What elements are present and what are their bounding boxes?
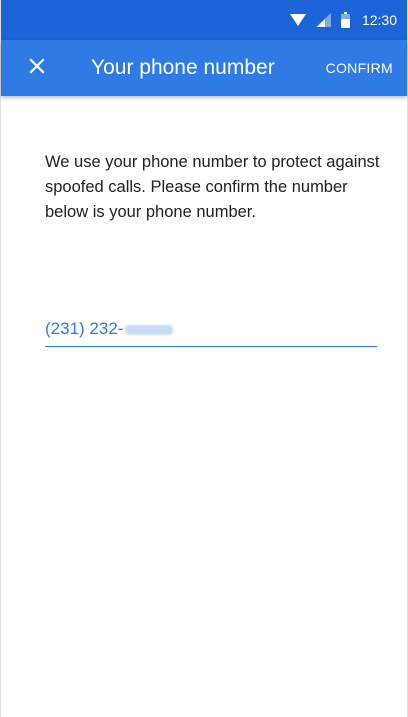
description-text: We use your phone number to protect agai… — [45, 153, 380, 221]
battery-icon — [340, 12, 350, 28]
status-bar: 12:30 — [1, 0, 407, 40]
status-icons: 12:30 — [289, 11, 397, 29]
close-button[interactable] — [23, 54, 51, 82]
redacted-digits — [125, 324, 174, 335]
page-title: Your phone number — [91, 56, 275, 79]
confirm-button[interactable]: CONFIRM — [326, 57, 393, 79]
app-bar: Your phone number CONFIRM — [1, 40, 407, 96]
phone-screen: 12:30 Your phone number CONFIRM We use y… — [0, 0, 408, 717]
phone-number-value: (231) 232- — [45, 319, 124, 338]
content-area: We use your phone number to protect agai… — [45, 150, 385, 225]
phone-number-field[interactable]: (231) 232- — [45, 318, 377, 347]
close-icon — [29, 58, 45, 78]
wifi-icon — [289, 13, 306, 27]
status-time: 12:30 — [361, 12, 397, 28]
cellular-signal-icon — [315, 13, 331, 27]
